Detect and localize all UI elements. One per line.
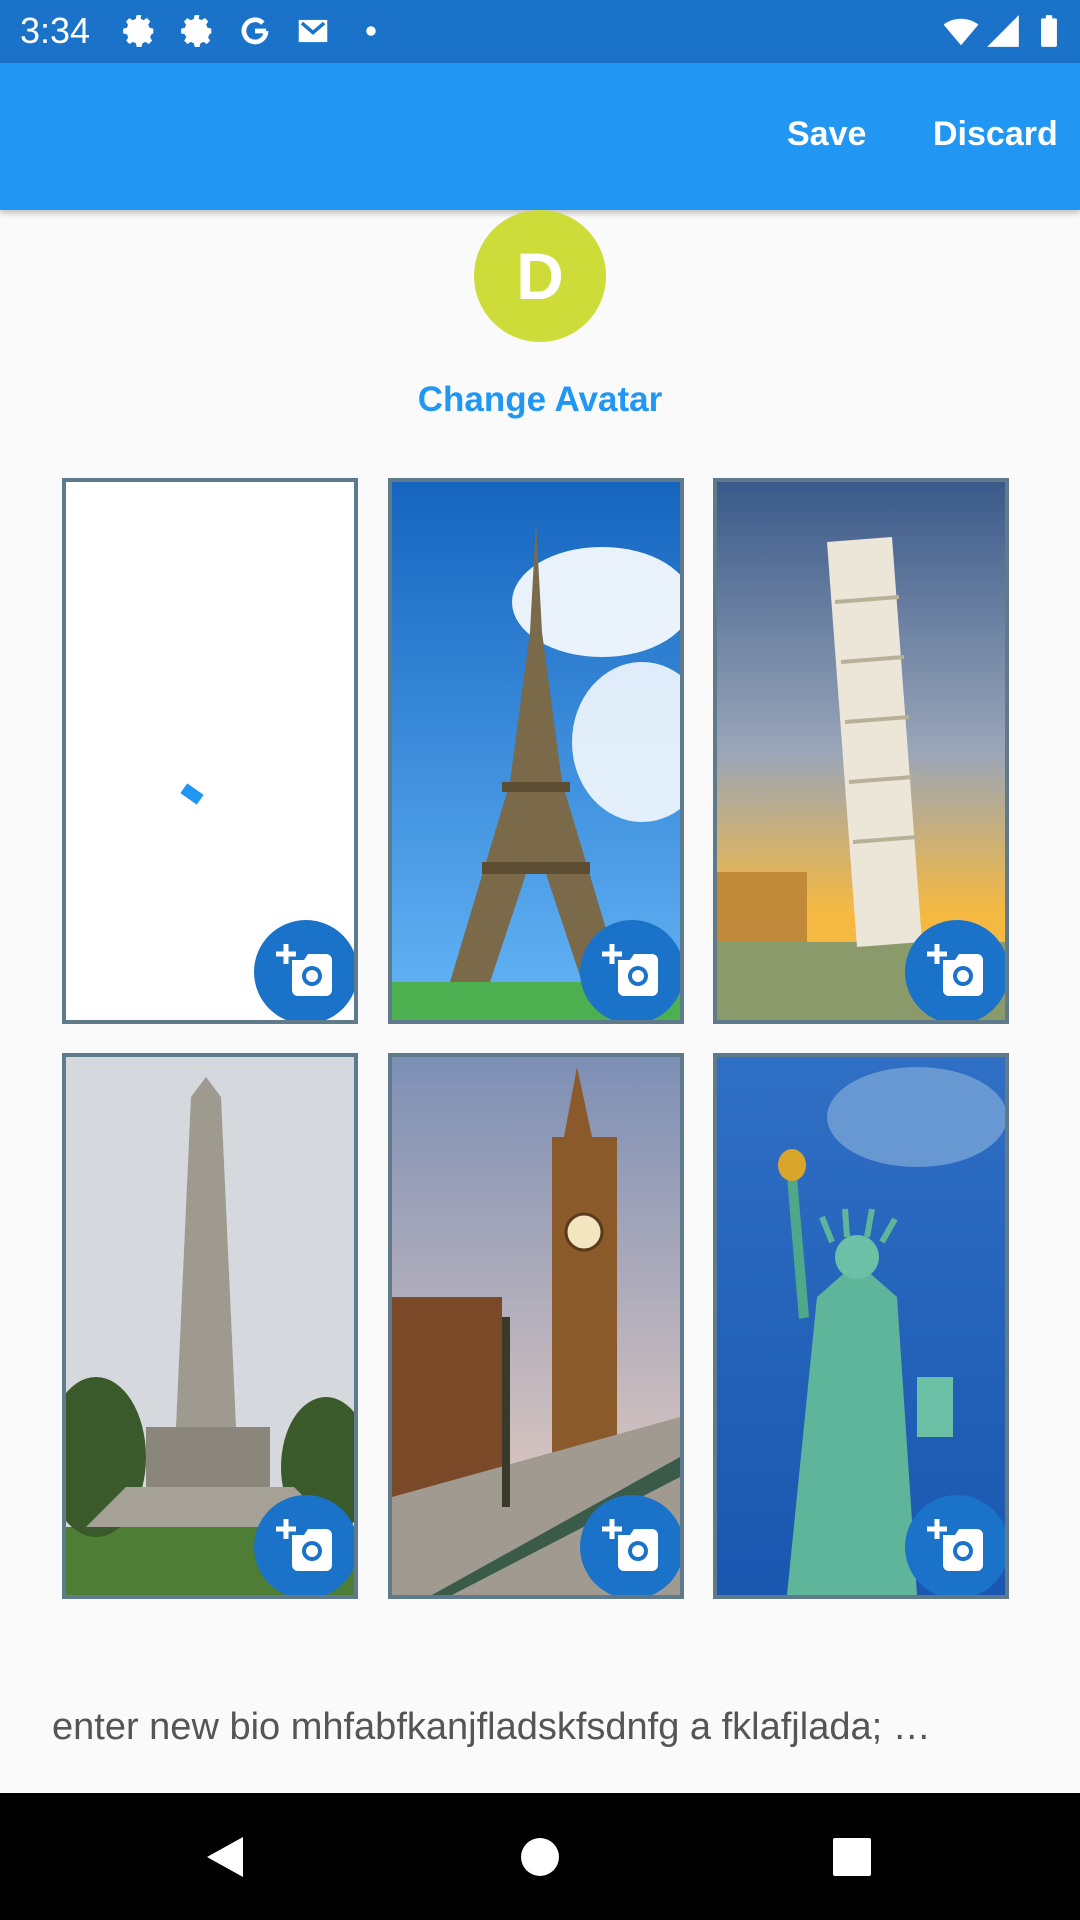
add-photo-icon: [276, 1519, 332, 1571]
save-button[interactable]: Save: [787, 115, 866, 154]
app-bar: Save Discard: [0, 63, 1080, 210]
add-photo-button[interactable]: [905, 1495, 1005, 1595]
photo-tile-eiffel-tower[interactable]: [388, 478, 684, 1024]
photo-tile-obelisk[interactable]: [62, 1053, 358, 1599]
status-time: 3:34: [20, 10, 91, 51]
signal-icon: [987, 15, 1019, 47]
status-bar: 3:34: [0, 0, 1080, 63]
loading-spinner-icon: [180, 783, 204, 805]
change-avatar-button[interactable]: Change Avatar: [0, 380, 1080, 420]
add-photo-icon: [602, 1519, 658, 1571]
photo-tile-empty[interactable]: [62, 478, 358, 1024]
recents-icon[interactable]: [830, 1833, 874, 1881]
add-photo-button[interactable]: [580, 1495, 680, 1595]
add-photo-icon: [927, 1519, 983, 1571]
add-photo-button[interactable]: [905, 920, 1005, 1020]
add-photo-icon: [602, 944, 658, 996]
add-photo-button[interactable]: [254, 920, 354, 1020]
add-photo-button[interactable]: [580, 920, 680, 1020]
navigation-bar: [0, 1793, 1080, 1920]
bio-input[interactable]: enter new bio mhfabfkanjfladskfsdnfg a f…: [52, 1706, 1032, 1749]
avatar[interactable]: D: [474, 210, 606, 342]
google-icon: [241, 17, 269, 45]
discard-button[interactable]: Discard: [933, 115, 1058, 154]
battery-icon: [1041, 15, 1057, 47]
add-photo-icon: [276, 944, 332, 996]
back-icon[interactable]: [203, 1833, 247, 1881]
gmail-icon: [298, 19, 328, 43]
add-photo-button[interactable]: [254, 1495, 354, 1595]
photo-tile-pisa[interactable]: [713, 478, 1009, 1024]
wifi-icon: [943, 18, 979, 46]
gear-icon: [181, 15, 212, 47]
add-photo-icon: [927, 944, 983, 996]
gear-icon: [123, 15, 154, 47]
photo-tile-statue-of-liberty[interactable]: [713, 1053, 1009, 1599]
home-icon[interactable]: [518, 1833, 562, 1881]
photo-tile-big-ben[interactable]: [388, 1053, 684, 1599]
dot-icon: [366, 26, 376, 36]
